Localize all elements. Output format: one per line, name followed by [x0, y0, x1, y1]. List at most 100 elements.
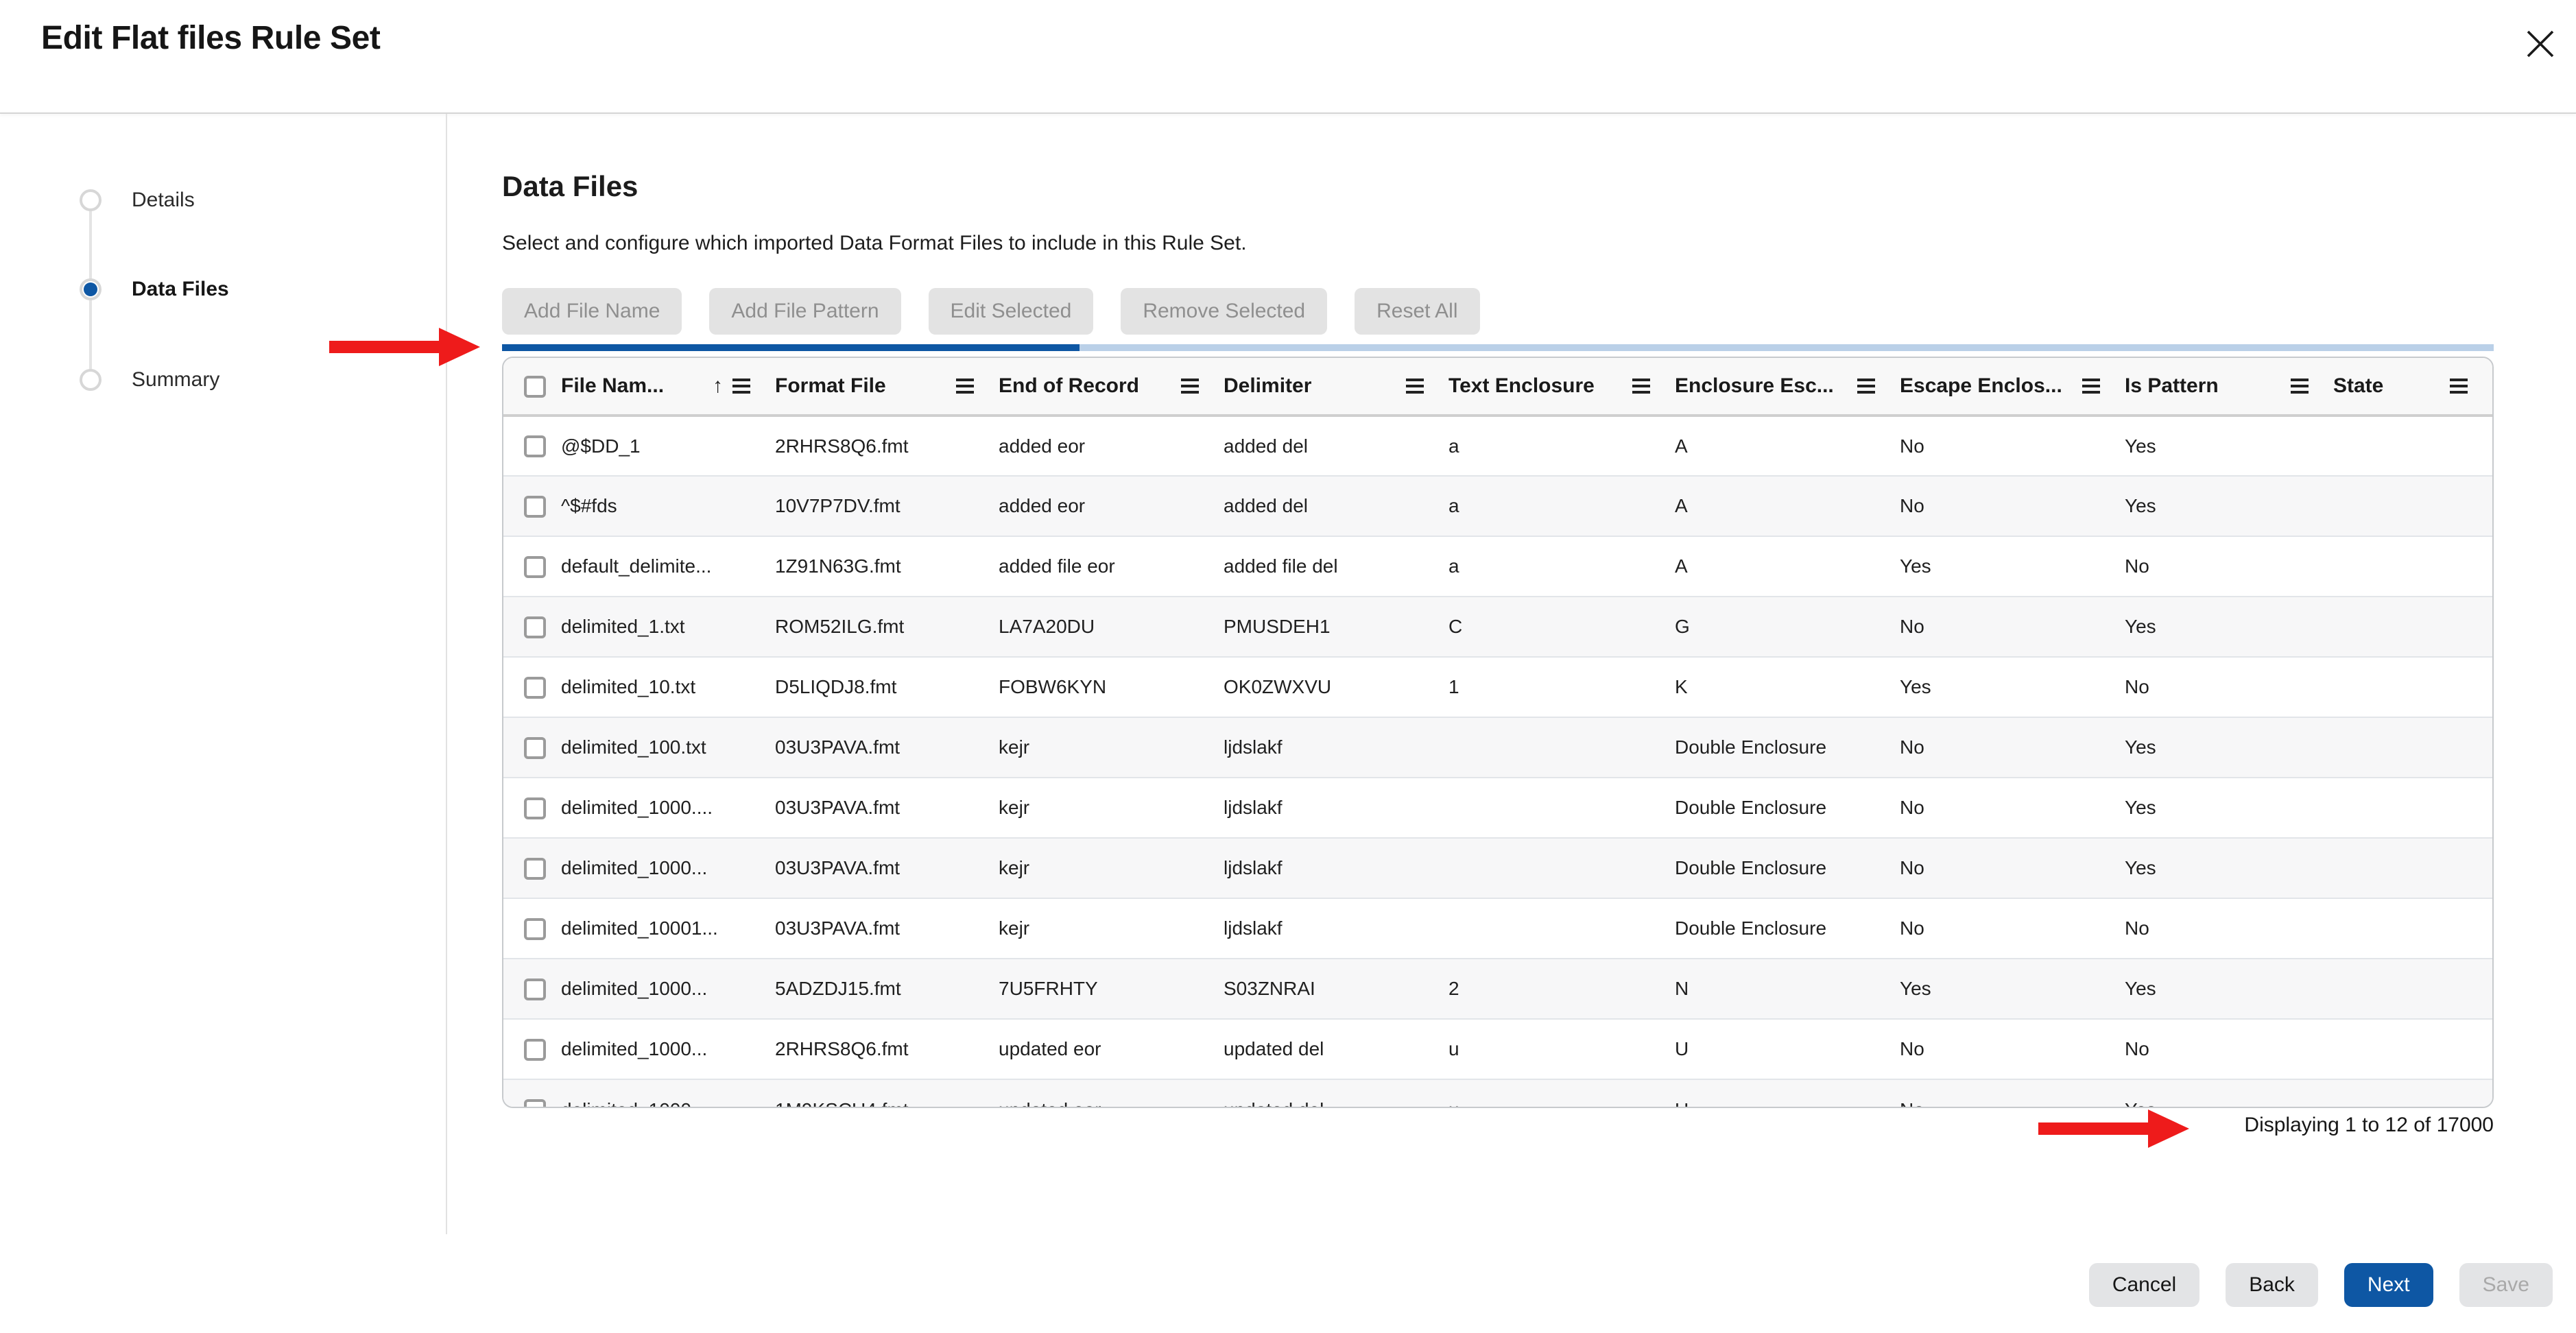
- cell-format-file: 03U3PAVA.fmt: [775, 717, 999, 778]
- row-checkbox[interactable]: [524, 918, 546, 940]
- cell-text-enclosure: a: [1448, 416, 1675, 476]
- column-header-state[interactable]: State: [2333, 358, 2492, 416]
- row-checkbox[interactable]: [524, 496, 546, 518]
- table-row: delimited_10.txtD5LIQDJ8.fmtFOBW6KYNOK0Z…: [503, 657, 2492, 717]
- cell-delimiter: added del: [1224, 416, 1448, 476]
- column-header-delimiter[interactable]: Delimiter: [1224, 358, 1448, 416]
- cell-file-name: delimited_1000...: [561, 1019, 775, 1079]
- cancel-button[interactable]: Cancel: [2089, 1263, 2199, 1307]
- edit-selected-button[interactable]: Edit Selected: [929, 288, 1094, 335]
- cell-is-pattern: No: [2125, 536, 2333, 597]
- table-row: @$DD_12RHRS8Q6.fmtadded eoradded delaANo…: [503, 416, 2492, 476]
- cell-escape-enclosure: Yes: [1900, 536, 2125, 597]
- cell-state: [2333, 717, 2492, 778]
- column-menu-icon[interactable]: [732, 379, 750, 394]
- select-all-checkbox[interactable]: [524, 376, 546, 398]
- cell-text-enclosure: u: [1448, 1019, 1675, 1079]
- step-label: Details: [132, 189, 195, 212]
- cell-enclosure-escape: A: [1675, 536, 1900, 597]
- cell-enclosure-escape: Double Enclosure: [1675, 898, 1900, 959]
- step-label: Summary: [132, 368, 219, 392]
- row-checkbox[interactable]: [524, 1099, 546, 1108]
- column-header-is-pattern[interactable]: Is Pattern: [2125, 358, 2333, 416]
- cell-text-enclosure: [1448, 838, 1675, 898]
- step-details[interactable]: Details: [80, 187, 195, 214]
- add-file-pattern-button[interactable]: Add File Pattern: [709, 288, 901, 335]
- step-dot-data-files: [80, 278, 102, 300]
- cell-end-of-record: updated eor: [999, 1079, 1224, 1108]
- row-checkbox[interactable]: [524, 435, 546, 457]
- column-header-escape-enclosure[interactable]: Escape Enclos...: [1900, 358, 2125, 416]
- cell-end-of-record: kejr: [999, 898, 1224, 959]
- cell-delimiter: ljdslakf: [1224, 717, 1448, 778]
- row-checkbox[interactable]: [524, 858, 546, 880]
- cell-escape-enclosure: No: [1900, 898, 2125, 959]
- column-header-text-enclosure[interactable]: Text Enclosure: [1448, 358, 1675, 416]
- cell-enclosure-escape: Double Enclosure: [1675, 778, 1900, 838]
- table-row: delimited_1000...2RHRS8Q6.fmtupdated eor…: [503, 1019, 2492, 1079]
- column-header-end-of-record[interactable]: End of Record: [999, 358, 1224, 416]
- column-menu-icon[interactable]: [1632, 379, 1650, 394]
- cell-end-of-record: kejr: [999, 838, 1224, 898]
- row-checkbox[interactable]: [524, 616, 546, 638]
- row-checkbox[interactable]: [524, 677, 546, 699]
- cell-escape-enclosure: No: [1900, 597, 2125, 657]
- cell-delimiter: ljdslakf: [1224, 838, 1448, 898]
- cell-is-pattern: No: [2125, 657, 2333, 717]
- cell-is-pattern: No: [2125, 898, 2333, 959]
- row-checkbox[interactable]: [524, 978, 546, 1000]
- row-checkbox[interactable]: [524, 556, 546, 578]
- cell-file-name: delimited_100.txt: [561, 717, 775, 778]
- column-header-file-name[interactable]: File Nam... ↑: [561, 358, 775, 416]
- row-checkbox[interactable]: [524, 797, 546, 819]
- cell-escape-enclosure: Yes: [1900, 959, 2125, 1019]
- table-header-row: File Nam... ↑ Format File End of Record …: [503, 358, 2492, 416]
- cell-end-of-record: added eor: [999, 476, 1224, 536]
- cell-is-pattern: Yes: [2125, 838, 2333, 898]
- remove-selected-button[interactable]: Remove Selected: [1121, 288, 1327, 335]
- table-row: delimited_100.txt03U3PAVA.fmtkejrljdslak…: [503, 717, 2492, 778]
- add-file-name-button[interactable]: Add File Name: [502, 288, 682, 335]
- cell-end-of-record: FOBW6KYN: [999, 657, 1224, 717]
- column-header-enclosure-escape[interactable]: Enclosure Esc...: [1675, 358, 1900, 416]
- cell-file-name: ^$#fds: [561, 476, 775, 536]
- row-checkbox[interactable]: [524, 737, 546, 759]
- reset-all-button[interactable]: Reset All: [1355, 288, 1479, 335]
- column-menu-icon[interactable]: [1181, 379, 1199, 394]
- next-button[interactable]: Next: [2344, 1263, 2433, 1307]
- column-menu-icon[interactable]: [2450, 379, 2468, 394]
- cell-enclosure-escape: G: [1675, 597, 1900, 657]
- cell-state: [2333, 1079, 2492, 1108]
- cell-format-file: 03U3PAVA.fmt: [775, 898, 999, 959]
- cell-escape-enclosure: No: [1900, 1079, 2125, 1108]
- column-menu-icon[interactable]: [1857, 379, 1875, 394]
- cell-is-pattern: Yes: [2125, 597, 2333, 657]
- column-menu-icon[interactable]: [2082, 379, 2100, 394]
- cell-text-enclosure: a: [1448, 536, 1675, 597]
- column-header-format-file[interactable]: Format File: [775, 358, 999, 416]
- step-data-files[interactable]: Data Files: [80, 276, 229, 303]
- cell-is-pattern: Yes: [2125, 476, 2333, 536]
- cell-file-name: @$DD_1: [561, 416, 775, 476]
- close-button[interactable]: [2521, 25, 2560, 63]
- step-dot-summary: [80, 369, 102, 391]
- column-menu-icon[interactable]: [2291, 379, 2309, 394]
- back-button[interactable]: Back: [2226, 1263, 2318, 1307]
- cell-end-of-record: kejr: [999, 778, 1224, 838]
- cell-is-pattern: Yes: [2125, 959, 2333, 1019]
- column-menu-icon[interactable]: [1406, 379, 1424, 394]
- row-checkbox[interactable]: [524, 1039, 546, 1061]
- table-toolbar: Add File Name Add File Pattern Edit Sele…: [502, 288, 1480, 335]
- cell-delimiter: PMUSDEH1: [1224, 597, 1448, 657]
- table-loading-bar-fill: [502, 344, 1080, 351]
- cell-file-name: delimited_1.txt: [561, 597, 775, 657]
- table-row: default_delimite...1Z91N63G.fmtadded fil…: [503, 536, 2492, 597]
- step-summary[interactable]: Summary: [80, 366, 219, 394]
- cell-state: [2333, 657, 2492, 717]
- cell-is-pattern: Yes: [2125, 1079, 2333, 1108]
- save-button[interactable]: Save: [2459, 1263, 2553, 1307]
- cell-enclosure-escape: K: [1675, 657, 1900, 717]
- cell-state: [2333, 1019, 2492, 1079]
- cell-escape-enclosure: No: [1900, 778, 2125, 838]
- column-menu-icon[interactable]: [956, 379, 974, 394]
